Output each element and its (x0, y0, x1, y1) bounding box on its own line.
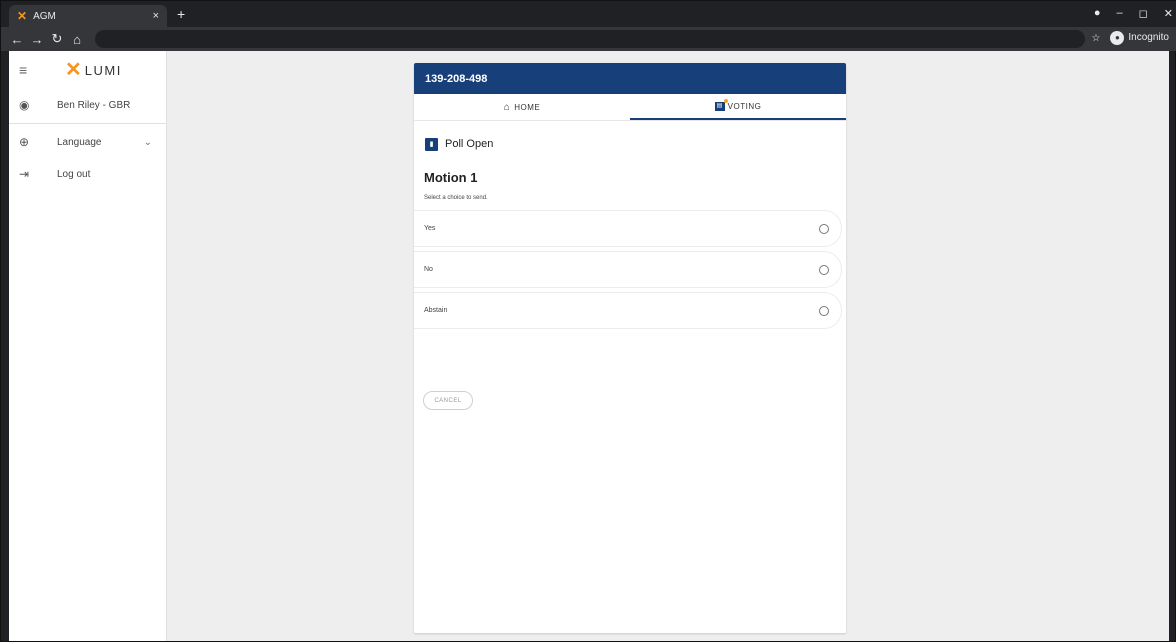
toolbar-right: ☆ ● Incognito (1091, 31, 1169, 45)
sidebar-item-label: Log out (57, 168, 91, 180)
choice-no[interactable]: No (414, 251, 842, 288)
tab-label: HOME (514, 102, 541, 112)
cancel-button[interactable]: CANCEL (423, 391, 473, 410)
choice-yes[interactable]: Yes (414, 210, 842, 247)
close-window-button[interactable]: ✕ (1164, 7, 1173, 20)
choice-label: No (424, 266, 433, 273)
page-viewport: ≡ ✕ LUMI ◉ Ben Riley - GBR ⊕ Language ⌄ … (9, 51, 1169, 641)
radio-button[interactable] (819, 306, 829, 316)
sidebar-item-label: Ben Riley - GBR (57, 99, 131, 111)
choice-label: Yes (424, 225, 436, 232)
globe-icon: ⊕ (19, 135, 30, 149)
restore-button[interactable]: ◻ (1139, 7, 1148, 20)
tab-home[interactable]: ⌂ HOME (414, 94, 630, 120)
forward-arrow-icon[interactable]: → (29, 32, 45, 47)
browser-toolbar: ← → ↻ ⌂ ☆ ● Incognito (1, 27, 1176, 51)
lumi-logo: ✕ LUMI (65, 60, 122, 80)
incognito-profile-icon[interactable]: ● (1094, 7, 1101, 20)
home-icon[interactable]: ⌂ (69, 32, 85, 47)
reload-icon[interactable]: ↻ (49, 31, 65, 47)
window-controls: ● – ◻ ✕ (1094, 7, 1173, 20)
sidebar-item-logout[interactable]: ⇥ Log out (9, 158, 166, 190)
tab-title: AGM (33, 10, 56, 22)
minimize-button[interactable]: – (1117, 7, 1123, 20)
meeting-id-header: 139-208-498 (414, 63, 846, 94)
radio-button[interactable] (819, 224, 829, 234)
tab-label: VOTING (727, 101, 762, 111)
incognito-indicator[interactable]: ● Incognito (1110, 31, 1169, 45)
new-tab-button[interactable]: + (177, 6, 185, 22)
sidebar-item-user[interactable]: ◉ Ben Riley - GBR (9, 89, 166, 121)
incognito-icon: ● (1110, 31, 1125, 45)
sidebar-header: ≡ ✕ LUMI (9, 51, 166, 89)
tab-close-icon[interactable]: × (153, 10, 159, 22)
address-bar[interactable] (95, 30, 1085, 48)
choice-abstain[interactable]: Abstain (414, 292, 842, 329)
poll-status: ▮ Poll Open (414, 121, 846, 167)
poll-status-text: Poll Open (445, 138, 494, 150)
instruction-text: Select a choice to send. (424, 195, 488, 201)
motion-title: Motion 1 (424, 170, 478, 185)
voting-icon: ▤ (714, 98, 728, 111)
voting-card: 139-208-498 ⌂ HOME ▤ VOTING ▮ Poll Open … (414, 63, 846, 633)
logo-text: LUMI (84, 62, 122, 78)
tab-bar: ⌂ HOME ▤ VOTING (414, 94, 846, 121)
sidebar: ≡ ✕ LUMI ◉ Ben Riley - GBR ⊕ Language ⌄ … (9, 51, 167, 641)
incognito-label: Incognito (1128, 32, 1169, 43)
tab-voting[interactable]: ▤ VOTING (630, 94, 846, 120)
back-arrow-icon[interactable]: ← (9, 32, 25, 47)
poll-chart-icon: ▮ (425, 137, 438, 151)
browser-tab[interactable]: ✕ AGM × (9, 5, 167, 27)
tab-strip: ✕ AGM × + ● – ◻ ✕ (1, 1, 1176, 27)
logout-icon: ⇥ (19, 167, 30, 181)
chevron-down-icon: ⌄ (143, 136, 152, 148)
bookmark-star-icon[interactable]: ☆ (1091, 33, 1100, 44)
user-icon: ◉ (19, 98, 30, 112)
sidebar-item-language[interactable]: ⊕ Language ⌄ (9, 126, 166, 158)
lumi-favicon-icon: ✕ (17, 9, 28, 23)
radio-button[interactable] (819, 265, 829, 275)
browser-window: ✕ AGM × + ● – ◻ ✕ ← → ↻ ⌂ ☆ ● Incognito ≡… (0, 0, 1176, 642)
sidebar-divider (9, 123, 166, 124)
choice-label: Abstain (424, 307, 448, 314)
home-icon: ⌂ (503, 101, 511, 113)
lumi-x-icon: ✕ (65, 59, 82, 81)
sidebar-item-label: Language (57, 136, 102, 148)
hamburger-menu-icon[interactable]: ≡ (19, 62, 41, 78)
